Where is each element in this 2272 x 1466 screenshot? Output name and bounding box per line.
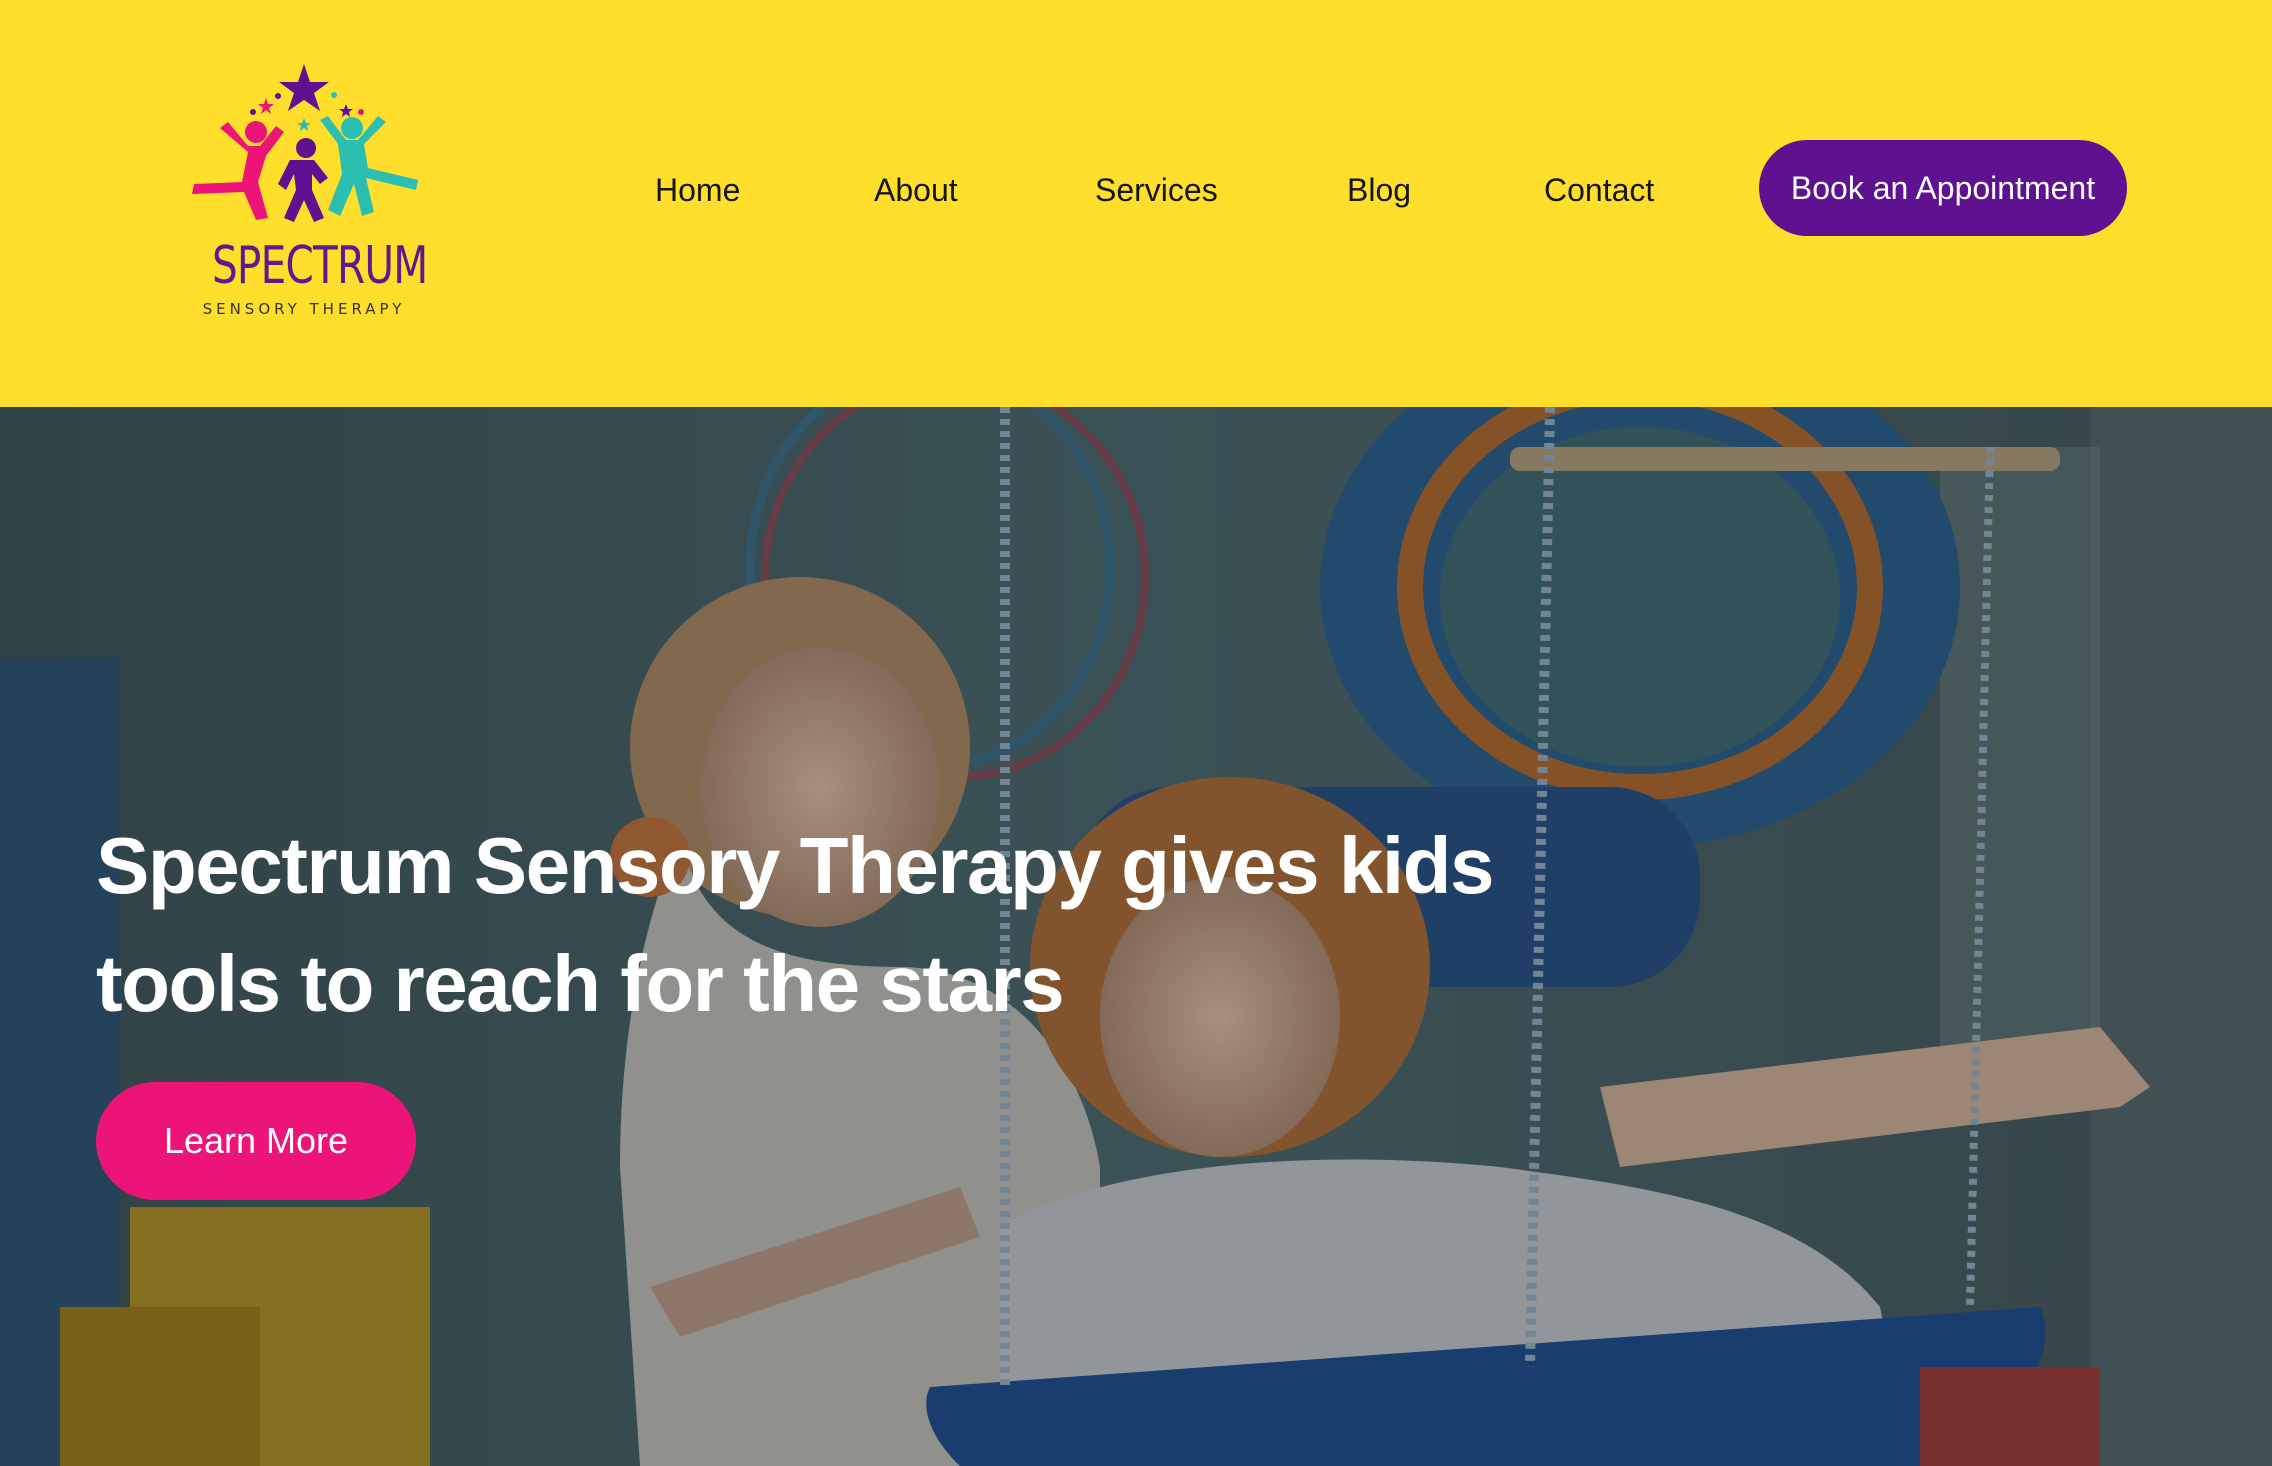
nav-home[interactable]: Home: [655, 150, 740, 230]
hero-headline-line1: Spectrum Sensory Therapy gives kids: [96, 821, 1494, 910]
logo-wordmark: SPECTRUM: [211, 236, 428, 296]
nav-about[interactable]: About: [874, 150, 958, 230]
nav-contact[interactable]: Contact: [1544, 150, 1654, 230]
hero-section: Spectrum Sensory Therapy gives kids tool…: [0, 407, 2272, 1466]
site-header: SPECTRUM SENSORY THERAPY Home About Serv…: [0, 0, 2272, 407]
logo-tagline: SENSORY THERAPY: [202, 300, 406, 318]
site-logo[interactable]: SPECTRUM SENSORY THERAPY: [186, 60, 428, 325]
learn-more-button[interactable]: Learn More: [96, 1082, 416, 1200]
hero-headline: Spectrum Sensory Therapy gives kids tool…: [96, 807, 1496, 1043]
nav-blog[interactable]: Blog: [1347, 150, 1411, 230]
hero-headline-line2: tools to reach for the stars: [96, 939, 1065, 1028]
logo-figures-icon: [192, 64, 418, 222]
book-appointment-button[interactable]: Book an Appointment: [1759, 140, 2127, 236]
nav-services[interactable]: Services: [1095, 150, 1218, 230]
